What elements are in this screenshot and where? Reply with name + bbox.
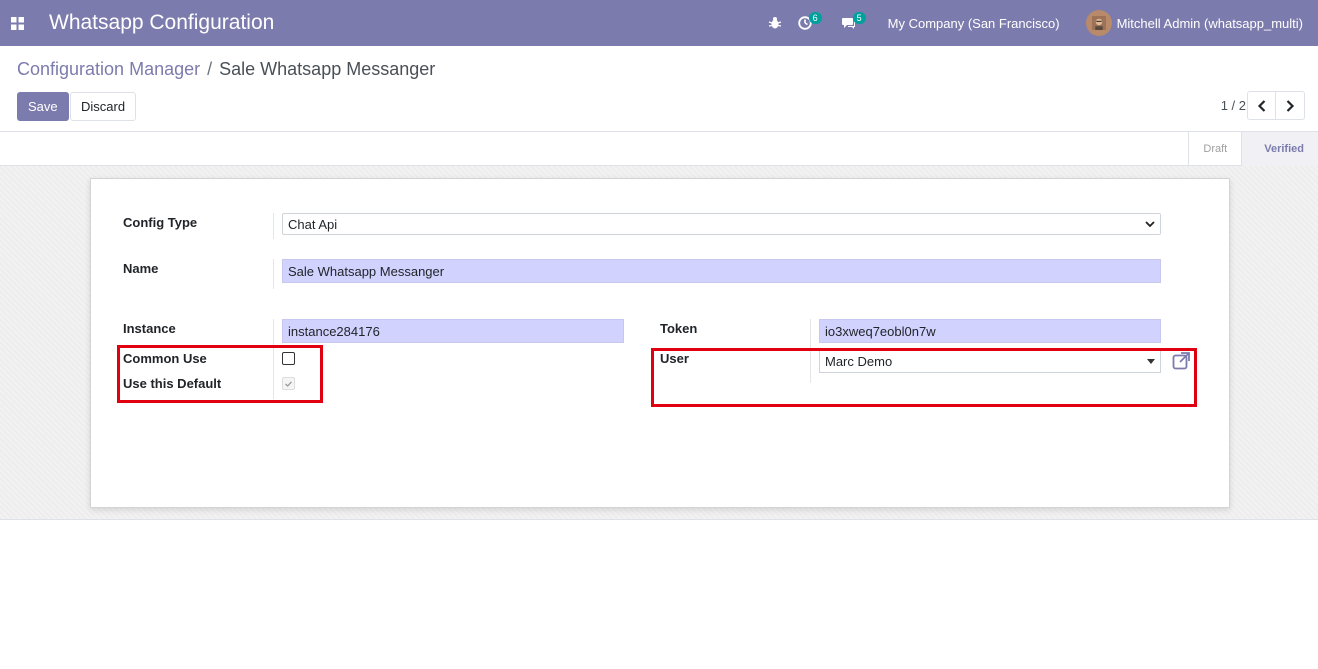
discard-button[interactable]: Discard [70,92,137,121]
breadcrumb: Configuration Manager / Sale Whatsapp Me… [17,59,435,80]
instance-label: Instance [123,321,176,336]
pager-next-button[interactable] [1276,91,1305,120]
divider [273,213,274,239]
activity-count-badge: 6 [808,12,822,24]
pager-value[interactable]: 1 / 2 [1221,98,1246,113]
config-type-value: Chat Api [288,216,338,232]
highlight-box-checkboxes [117,345,323,403]
config-type-select[interactable]: Chat Api [282,213,1161,235]
control-panel: Configuration Manager / Sale Whatsapp Me… [0,46,1318,132]
chevron-right-icon [1286,99,1295,112]
app-title[interactable]: Whatsapp Configuration [49,11,274,35]
token-label: Token [660,321,698,336]
breadcrumb-separator: / [207,59,213,79]
breadcrumb-parent-link[interactable]: Configuration Manager [17,59,200,80]
user-name: Mitchell Admin (whatsapp_multi) [1116,15,1303,31]
apps-menu-icon[interactable] [0,0,34,46]
status-bar: Draft Verified [0,132,1318,166]
divider [273,259,274,289]
config-type-label: Config Type [123,215,198,230]
pager-previous-button[interactable] [1247,91,1276,120]
activity-clock-icon[interactable]: 6 [790,0,834,46]
chevron-left-icon [1257,99,1265,112]
name-label: Name [123,261,159,276]
message-count-badge: 5 [852,12,866,24]
stage-draft[interactable]: Draft [1188,132,1241,166]
company-switcher[interactable]: My Company (San Francisco) [878,0,1078,46]
chevron-down-icon [1145,221,1155,227]
breadcrumb-current: Sale Whatsapp Messanger [219,59,436,79]
top-navbar: Whatsapp Configuration 6 5 My Company (S… [0,0,1318,46]
name-field[interactable]: Sale Whatsapp Messanger [282,259,1161,283]
form-sheet: Config Type Chat Api Name Sale Whatsapp … [90,178,1230,508]
user-menu[interactable]: Mitchell Admin (whatsapp_multi) [1078,0,1318,46]
stage-verified[interactable]: Verified [1241,132,1318,166]
save-button[interactable]: Save [17,92,69,121]
instance-field[interactable]: instance284176 [282,319,624,343]
messages-chat-icon[interactable]: 5 [834,0,878,46]
avatar [1085,10,1112,36]
token-field[interactable]: io3xweq7eobl0n7w [819,319,1161,343]
highlight-box-user [651,348,1197,407]
debug-bug-icon[interactable] [760,0,790,46]
